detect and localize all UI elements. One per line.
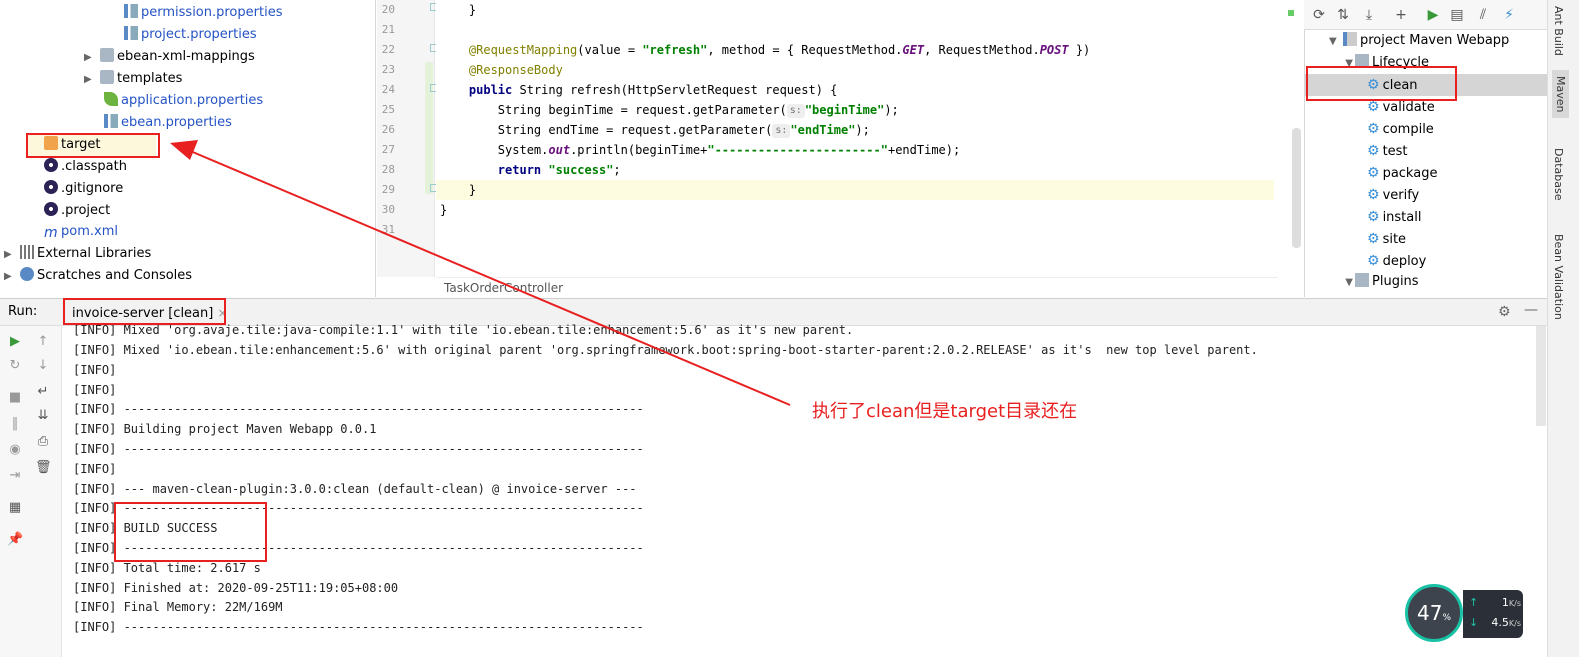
arrow-head (170, 140, 198, 160)
network-monitor-widget[interactable]: ↑ 1K/s ↓ 4.5K/s 47% (1405, 584, 1525, 644)
speed-panel: ↑ 1K/s ↓ 4.5K/s (1463, 590, 1523, 638)
arrow-down-icon: ↓ (1469, 616, 1479, 629)
upload-speed: ↑ 1K/s (1469, 596, 1521, 609)
annotation-arrow (170, 140, 791, 406)
cpu-percent-gauge: 47% (1405, 584, 1463, 642)
annotation-text: 执行了clean但是target目录还在 (812, 401, 1078, 422)
download-speed: ↓ 4.5K/s (1469, 616, 1521, 629)
arrow-up-icon: ↑ (1469, 596, 1479, 609)
arrow-line (187, 149, 791, 406)
